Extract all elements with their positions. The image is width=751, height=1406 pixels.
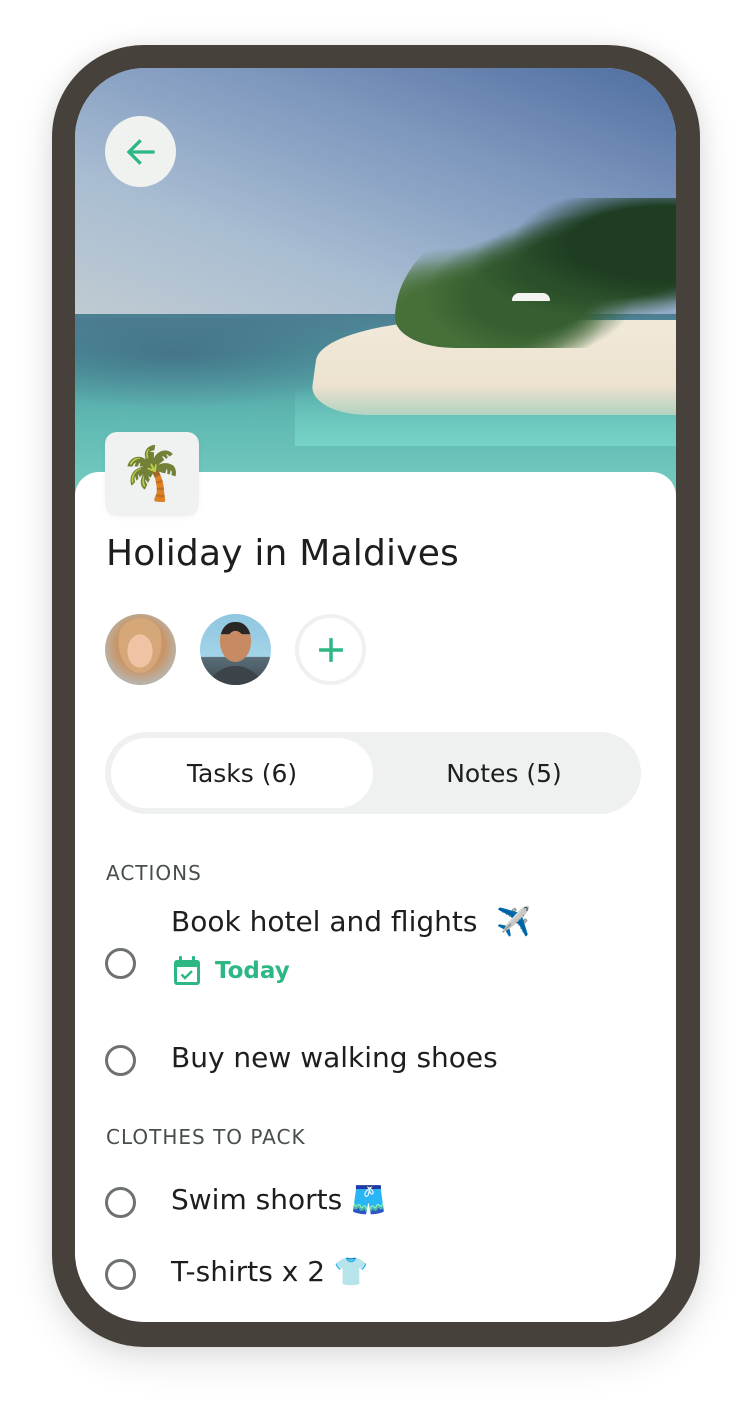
task-checkbox[interactable] [105, 1045, 136, 1076]
task-text: Book hotel and flights [171, 905, 478, 938]
task-label: Swim shorts 🩳 [171, 1183, 386, 1216]
app-screen: 🌴 Holiday in Maldives Tasks (6) Notes (5… [75, 68, 676, 1322]
task-text: Swim shorts [171, 1183, 343, 1216]
section-label-clothes: CLOTHES TO PACK [106, 1125, 306, 1149]
member-list [105, 614, 366, 685]
calendar-check-icon [174, 956, 200, 985]
member-avatar-man[interactable] [200, 614, 271, 685]
hero-shallow-water [295, 386, 676, 446]
task-checkbox[interactable] [105, 1259, 136, 1290]
section-label-actions: ACTIONS [106, 861, 202, 885]
page-title: Holiday in Maldives [106, 533, 460, 574]
add-member-button[interactable] [295, 614, 366, 685]
task-label: Book hotel and flights ✈️ [171, 905, 531, 938]
task-checkbox[interactable] [105, 948, 136, 979]
task-label: Buy new walking shoes [171, 1041, 498, 1074]
hero-umbrella [512, 293, 550, 301]
task-text: T-shirts x 2 [171, 1255, 326, 1288]
task-checkbox[interactable] [105, 1187, 136, 1218]
task-item: Book hotel and flights ✈️ Today [105, 905, 531, 985]
project-emoji-tile[interactable]: 🌴 [105, 432, 199, 516]
palm-tree-icon: 🌴 [119, 444, 185, 504]
tab-notes[interactable]: Notes (5) [373, 738, 635, 808]
plus-icon [318, 637, 343, 662]
task-label: T-shirts x 2 👕 [171, 1255, 369, 1288]
task-item: Swim shorts 🩳 [105, 1183, 386, 1218]
member-avatar-woman[interactable] [105, 614, 176, 685]
task-text: Buy new walking shoes [171, 1041, 498, 1074]
due-label: Today [215, 958, 290, 984]
shorts-icon: 🩳 [351, 1183, 386, 1216]
task-item: T-shirts x 2 👕 [105, 1255, 369, 1290]
due-date: Today [173, 956, 290, 986]
arrow-left-icon [126, 138, 155, 165]
tab-switcher: Tasks (6) Notes (5) [105, 732, 641, 814]
airplane-icon: ✈️ [496, 905, 532, 938]
task-item: Buy new walking shoes [105, 1041, 498, 1076]
back-button[interactable] [105, 116, 176, 187]
tab-tasks[interactable]: Tasks (6) [111, 738, 373, 808]
tshirt-icon: 👕 [333, 1255, 369, 1288]
phone-frame: 🌴 Holiday in Maldives Tasks (6) Notes (5… [52, 45, 700, 1347]
